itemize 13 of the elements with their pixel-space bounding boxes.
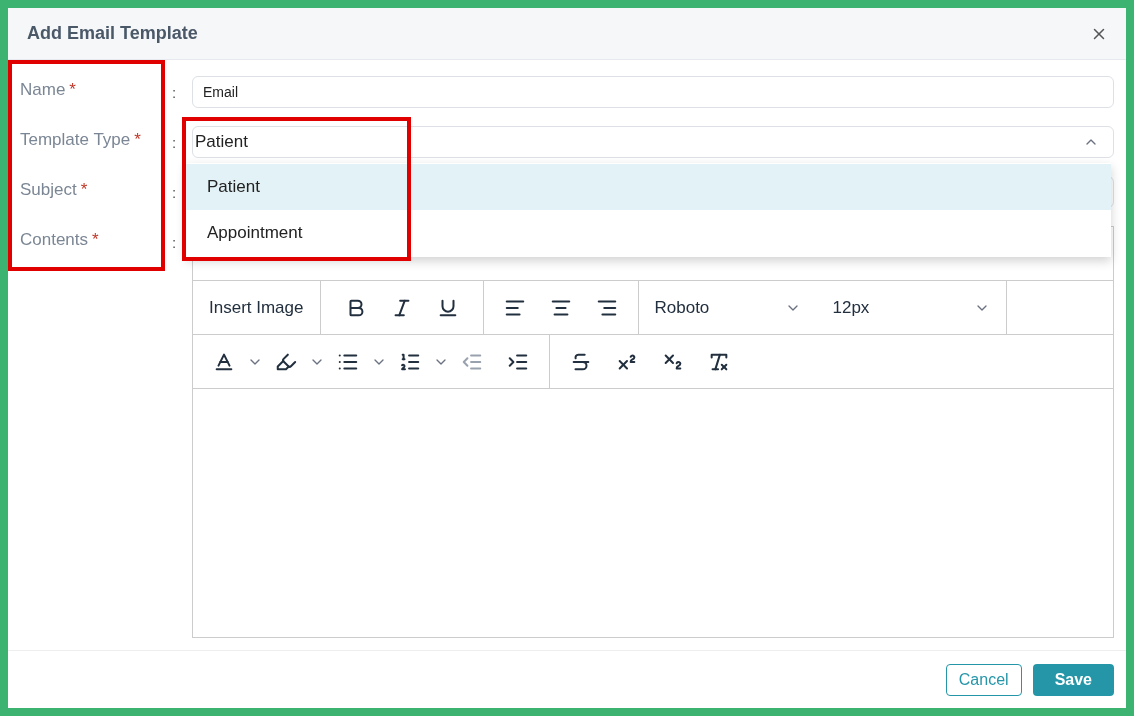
colon-separator: : xyxy=(171,133,178,153)
field-label: Template Type xyxy=(20,129,131,151)
required-asterisk: * xyxy=(69,79,76,101)
dialog-title: Add Email Template xyxy=(27,22,198,45)
required-asterisk: * xyxy=(80,179,88,201)
required-asterisk: * xyxy=(92,229,99,251)
field-label: Subject xyxy=(20,179,77,201)
colon-separator: : xyxy=(171,233,178,253)
colon-separator: : xyxy=(171,183,178,203)
required-asterisk: * xyxy=(134,129,141,151)
colon-separator: : xyxy=(171,83,178,103)
field-label: Contents xyxy=(20,229,89,251)
field-label: Name xyxy=(20,79,66,101)
